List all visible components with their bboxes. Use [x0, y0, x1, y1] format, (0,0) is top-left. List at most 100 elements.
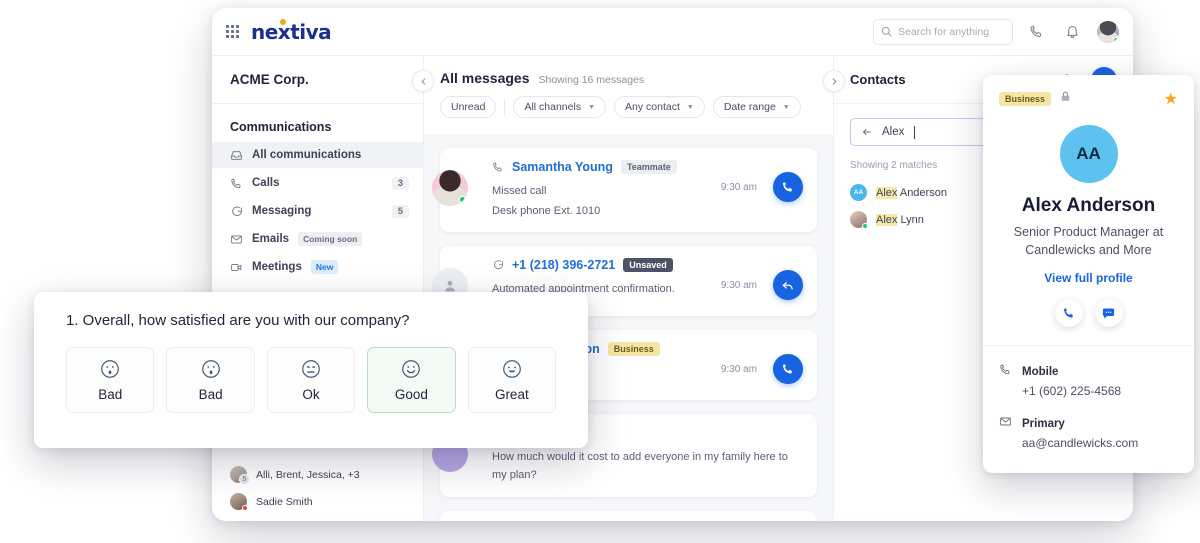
chevron-down-icon: ▼	[686, 103, 694, 111]
logo-dot-icon	[280, 18, 286, 25]
avatar: AA	[850, 184, 867, 201]
chevron-down-icon: ▼	[588, 103, 596, 111]
sidebar-item-messaging[interactable]: Messaging 5	[212, 198, 423, 224]
surprised-face-icon	[101, 360, 120, 378]
user-avatar[interactable]	[1097, 20, 1119, 43]
app-grid-icon[interactable]	[226, 25, 239, 38]
status-badge: Teammate	[620, 160, 677, 174]
survey-option-label: Bad	[198, 387, 223, 402]
global-search-input[interactable]: Search for anything	[873, 18, 1013, 45]
call-button[interactable]	[1054, 299, 1083, 328]
contacts-expand-button[interactable]	[823, 70, 845, 92]
survey-option-ok[interactable]: Ok	[266, 347, 356, 413]
survey-option-great[interactable]: Great	[467, 347, 557, 413]
chevron-left-icon	[421, 77, 425, 85]
filter-all-channels[interactable]: All channels ▼	[513, 96, 607, 118]
messages-filter-bar: Unread All channels ▼ Any contact ▼ Date…	[424, 86, 833, 130]
list-item-label: Alex Anderson	[876, 186, 947, 199]
sidebar-item-meetings[interactable]: Meetings New	[212, 254, 423, 280]
phone-icon	[782, 182, 792, 192]
status-dot	[459, 196, 466, 203]
contacts-title: Contacts	[850, 72, 906, 87]
filter-any-contact[interactable]: Any contact ▼	[614, 96, 705, 118]
star-icon[interactable]: ★	[1164, 89, 1178, 109]
field-value[interactable]: aa@candlewicks.com	[1022, 436, 1138, 450]
global-search-placeholder: Search for anything	[898, 25, 990, 38]
phone-icon	[231, 177, 241, 188]
survey-option-label: Good	[394, 387, 428, 402]
sidebar-item-badge: Coming soon	[298, 232, 363, 246]
phone-icon[interactable]	[1023, 19, 1049, 45]
phone-icon	[999, 362, 1012, 398]
survey-options: Bad Bad Ok Good Great	[66, 347, 557, 413]
list-item-label: Alli, Brent, Jessica, +3	[256, 468, 360, 481]
sidebar-item-calls[interactable]: Calls 3	[212, 170, 423, 196]
list-item[interactable]: Sadie Smith	[212, 488, 423, 515]
view-full-profile-link[interactable]: View full profile	[999, 271, 1178, 285]
contact-card-header: Business ★	[999, 89, 1178, 109]
survey-option-bad-1[interactable]: Bad	[66, 347, 155, 413]
list-item[interactable]: 5 Alli, Brent, Jessica, +3	[212, 461, 423, 488]
inbox-icon	[231, 150, 242, 160]
field-value[interactable]: +1 (602) 225-4568	[1022, 384, 1121, 398]
messages-column: All messages Showing 16 messages Unread …	[424, 56, 833, 521]
reply-icon	[782, 282, 793, 290]
sidebar-item-all-communications[interactable]: All communications	[212, 142, 423, 168]
contact-avatar: AA	[1059, 125, 1118, 183]
contact-name[interactable]: +1 (218) 396-2721	[512, 258, 615, 272]
survey-card: 1. Overall, how satisfied are you with o…	[34, 292, 588, 448]
survey-option-label: Ok	[302, 387, 320, 402]
avatar-initials: AA	[853, 189, 864, 196]
message-button[interactable]	[1094, 299, 1123, 328]
messages-header: All messages Showing 16 messages	[424, 56, 833, 86]
contact-name[interactable]: Samantha Young	[512, 160, 613, 174]
left-sidebar: ACME Corp. Communications All communicat…	[212, 56, 434, 521]
sidebar-item-label: Messaging	[252, 205, 312, 217]
surprised-face-icon	[201, 360, 220, 378]
contacts-search-value: Alex	[882, 126, 905, 138]
contact-card-actions	[999, 299, 1178, 328]
contact-name: Alex Anderson	[1021, 195, 1156, 216]
filter-label: Unread	[451, 101, 486, 113]
call-button[interactable]	[773, 172, 803, 202]
survey-option-good[interactable]: Good	[367, 347, 456, 413]
survey-option-bad-2[interactable]: Bad	[166, 347, 255, 413]
sidebar-item-count: 5	[391, 204, 409, 218]
grin-face-icon	[502, 360, 521, 378]
screenshot-stage: nextiva Search for anything ACME Corp. C…	[0, 0, 1200, 543]
timestamp: 9:30 am	[720, 364, 757, 376]
avatar	[230, 493, 248, 511]
survey-question: 1. Overall, how satisfied are you with o…	[66, 312, 410, 329]
group-count-badge: 5	[239, 474, 250, 485]
envelope-icon	[999, 414, 1012, 450]
table-row[interactable]: Ryan Billings +4 others	[432, 510, 817, 521]
row-line-2: Desk phone Ext. 1010	[492, 205, 601, 218]
divider	[504, 99, 506, 115]
list-item-label: Alex Lynn	[876, 213, 924, 226]
contact-field-primary-email: Primary aa@candlewicks.com	[999, 414, 1178, 450]
filter-unread[interactable]: Unread	[440, 96, 497, 118]
table-row[interactable]: Samantha Young Teammate Missed call Desk…	[432, 148, 817, 233]
contact-role: Senior Product Manager at Candlewicks an…	[1013, 225, 1164, 258]
contact-detail-card: Business ★ AA Alex Anderson Senior Produ…	[983, 75, 1194, 473]
sidebar-item-emails[interactable]: Emails Coming soon	[212, 226, 423, 252]
filter-date-range[interactable]: Date range ▼	[712, 96, 801, 118]
avatar-initials: AA	[1076, 144, 1101, 163]
app-topbar: nextiva Search for anything	[212, 8, 1133, 56]
bell-icon[interactable]	[1059, 19, 1085, 45]
row-line-1: How much would it cost to add everyone i…	[492, 451, 788, 482]
nextiva-logo[interactable]: nextiva	[251, 18, 332, 44]
status-badge: Business	[999, 92, 1052, 106]
neutral-face-icon	[302, 360, 320, 378]
filter-label: All channels	[524, 101, 582, 113]
chevron-right-icon	[832, 77, 836, 85]
lock-icon	[1059, 90, 1072, 108]
sidebar-section-title: Communications	[230, 120, 332, 134]
search-highlight: Alex	[876, 186, 898, 199]
org-switcher[interactable]: ACME Corp.	[212, 56, 423, 104]
sidebar-item-count: 3	[391, 176, 409, 190]
contact-field-mobile: Mobile +1 (602) 225-4568	[999, 362, 1178, 398]
sidebar-item-badge: New	[310, 260, 339, 274]
status-badge: Unsaved	[623, 258, 673, 273]
sidebar-collapse-button[interactable]	[412, 70, 434, 92]
